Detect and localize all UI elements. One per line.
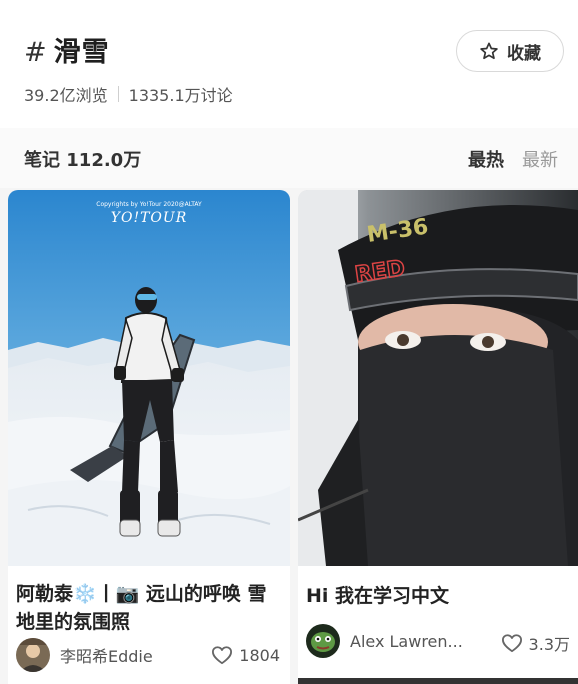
note-cover-image: Copyrights by Yo!Tour 2020@ALTAY YO!TOUR (8, 190, 290, 566)
heart-outline-icon (501, 634, 522, 653)
note-card[interactable]: Copyrights by Yo!Tour 2020@ALTAY YO!TOUR… (8, 190, 290, 684)
note-card[interactable]: M-36 RED Hi 我在学习中文 Alex Lawren... 3.3万 (298, 190, 578, 684)
topic-title-text: 滑雪 (53, 37, 110, 68)
topic-title: # 滑雪 (24, 30, 110, 69)
like-button[interactable]: 1804 (211, 645, 280, 665)
sort-hot-tab[interactable]: 最热 (468, 146, 504, 172)
like-count: 3.3万 (528, 635, 570, 654)
topic-stats: 39.2亿浏览 1335.1万讨论 (24, 82, 233, 106)
avatar (16, 638, 50, 672)
cover-caption: Copyrights by Yo!Tour 2020@ALTAY (96, 201, 202, 208)
views-count: 39.2亿浏览 (24, 86, 108, 105)
stats-divider (117, 86, 119, 102)
note-title: Hi 我在学习中文 (306, 585, 450, 607)
avatar (306, 624, 340, 658)
note-title: 阿勒泰❄️丨📷 远山的呼唤 雪地里的氛围照 (16, 583, 267, 633)
favorite-label: 收藏 (507, 43, 541, 64)
note-author[interactable]: 李昭希Eddie (16, 638, 153, 672)
star-outline-icon (480, 42, 498, 60)
favorite-button[interactable]: 收藏 (456, 30, 564, 72)
note-cover-image: M-36 RED (298, 190, 578, 566)
note-author[interactable]: Alex Lawren... (306, 624, 463, 658)
next-card-edge (298, 678, 578, 684)
hash-icon: # (24, 37, 48, 68)
like-count: 1804 (239, 645, 280, 665)
cover-logo: YO!TOUR (111, 210, 188, 226)
author-name: 李昭希Eddie (60, 647, 153, 666)
sort-new-tab[interactable]: 最新 (522, 146, 558, 172)
heart-outline-icon (212, 646, 233, 665)
like-button[interactable]: 3.3万 (501, 631, 570, 655)
author-name: Alex Lawren... (350, 631, 463, 651)
notes-count: 笔记 112.0万 (24, 150, 142, 171)
discussions-count: 1335.1万讨论 (128, 86, 233, 105)
